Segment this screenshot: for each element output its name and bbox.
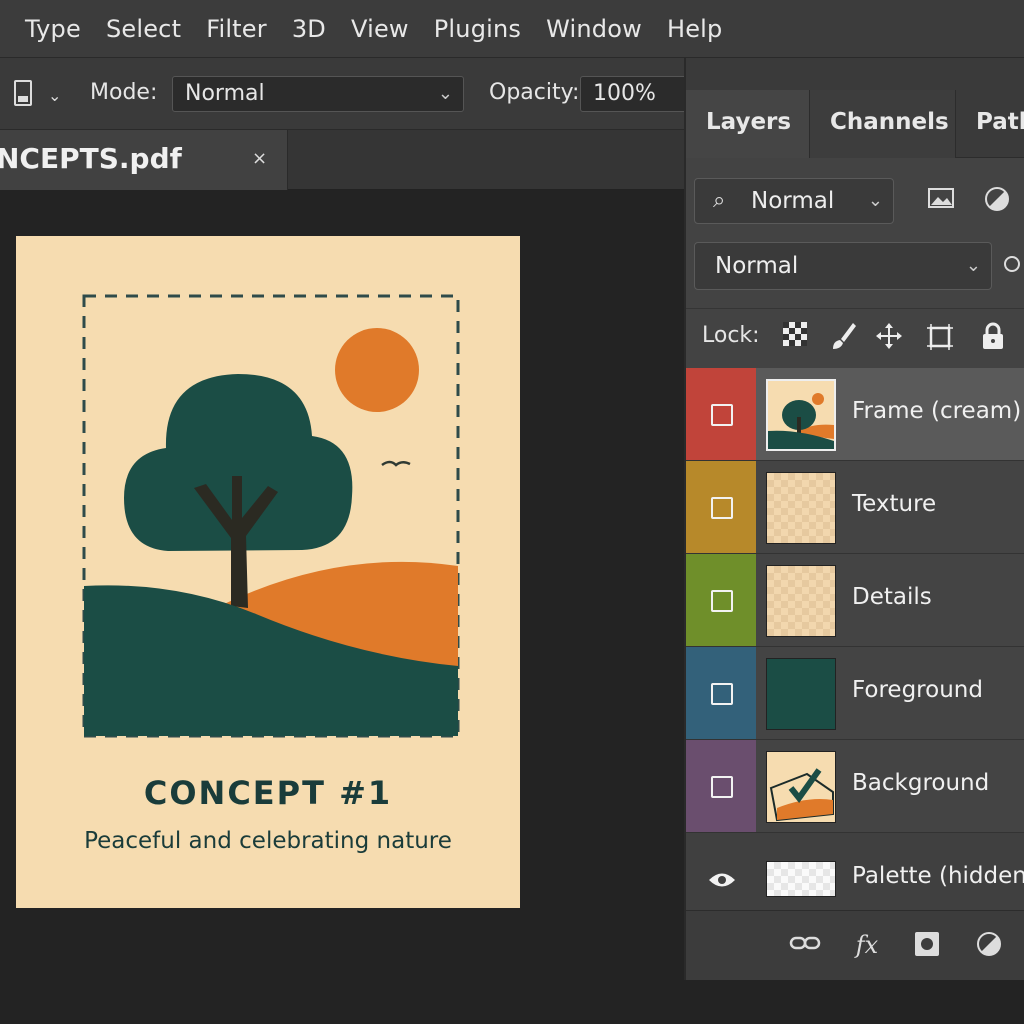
mode-value: Normal: [185, 81, 265, 106]
layer-name[interactable]: Palette (hidden): [852, 863, 1024, 889]
layer-thumbnail: [766, 658, 836, 730]
visibility-toggle[interactable]: [711, 683, 733, 705]
layers-panel-footer: fx: [686, 910, 1024, 980]
opacity-value: 100%: [593, 81, 656, 106]
lock-image-pixels-icon[interactable]: [828, 321, 858, 353]
opacity-label: Opacity:: [489, 80, 580, 105]
artboard[interactable]: CONCEPT #1 Peaceful and celebrating natu…: [16, 236, 520, 908]
visibility-toggle[interactable]: [711, 497, 733, 519]
tab-channels[interactable]: Channels: [810, 90, 956, 158]
layer-row-background[interactable]: Background: [686, 740, 1024, 833]
layer-thumbnail: [766, 472, 836, 544]
menu-3d[interactable]: 3D: [292, 15, 326, 43]
menu-filter[interactable]: Filter: [206, 15, 267, 43]
layer-row-foreground[interactable]: Foreground: [686, 647, 1024, 740]
app-window: Type Select Filter 3D View Plugins Windo…: [0, 0, 1024, 1024]
layer-name[interactable]: Texture: [852, 491, 936, 517]
add-mask-icon[interactable]: [910, 931, 944, 961]
menu-window[interactable]: Window: [546, 15, 642, 43]
lock-transparent-pixels-icon[interactable]: [780, 321, 810, 353]
blend-mode-value: Normal: [715, 253, 799, 279]
lock-all-icon[interactable]: [978, 321, 1008, 353]
opacity-field[interactable]: 100%: [580, 76, 690, 112]
visibility-toggle[interactable]: [711, 404, 733, 426]
bird-shape: [381, 460, 411, 467]
concept-title: CONCEPT #1: [143, 774, 393, 812]
visibility-toggle[interactable]: [711, 776, 733, 798]
eye-icon[interactable]: [708, 871, 736, 893]
chevron-down-icon: ⌄: [965, 255, 981, 276]
layer-filter-dropdown[interactable]: ⌕ Normal ⌄: [694, 178, 894, 224]
menu-bar: Type Select Filter 3D View Plugins Windo…: [0, 0, 1024, 58]
document-tab-bar: NCEPTS.pdf ×: [0, 130, 690, 190]
layers-panel: Layers Channels Path ⌕ Normal ⌄ Normal ⌄…: [684, 58, 1024, 980]
mode-dropdown[interactable]: Normal ⌄: [172, 76, 464, 112]
layer-thumbnail: [766, 565, 836, 637]
layer-row-frame-cream[interactable]: Frame (cream): [686, 368, 1024, 461]
document-tab-title: NCEPTS.pdf: [0, 142, 182, 175]
options-bar: ⌄ Mode: Normal ⌄ Opacity: 100%: [0, 58, 690, 130]
menu-plugins[interactable]: Plugins: [434, 15, 521, 43]
chevron-down-icon: ⌄: [437, 83, 453, 104]
lock-label: Lock:: [702, 323, 760, 348]
panel-tab-bar: Layers Channels Path: [686, 58, 1024, 158]
layer-name[interactable]: Foreground: [852, 677, 983, 703]
layer-name[interactable]: Frame (cream): [852, 398, 1021, 424]
tool-preset-chevron-icon[interactable]: ⌄: [48, 86, 61, 105]
layer-name[interactable]: Details: [852, 584, 932, 610]
layer-thumbnail: [766, 861, 836, 897]
lock-row: Lock:: [686, 308, 1024, 370]
new-adjustment-layer-icon[interactable]: [972, 931, 1006, 961]
link-layers-icon[interactable]: [788, 931, 822, 961]
layer-thumbnail: [766, 379, 836, 451]
mode-label: Mode:: [90, 80, 158, 105]
lock-artboard-icon[interactable]: [924, 321, 954, 353]
filter-value: Normal: [751, 188, 835, 214]
canvas-area[interactable]: CONCEPT #1 Peaceful and celebrating natu…: [0, 190, 690, 1024]
layer-row-texture[interactable]: Texture: [686, 461, 1024, 554]
layer-row-details[interactable]: Details: [686, 554, 1024, 647]
layers-list: Frame (cream) Texture Details Foreground…: [686, 368, 1024, 926]
sun-shape: [335, 328, 419, 412]
visibility-toggle[interactable]: [711, 590, 733, 612]
close-tab-icon[interactable]: ×: [252, 148, 267, 169]
menu-view[interactable]: View: [351, 15, 409, 43]
fx-icon[interactable]: fx: [850, 931, 884, 961]
menu-help[interactable]: Help: [667, 15, 723, 43]
eraser-tool-icon[interactable]: [8, 74, 38, 114]
tab-layers[interactable]: Layers: [686, 90, 810, 158]
menu-type[interactable]: Type: [25, 15, 81, 43]
lock-position-icon[interactable]: [874, 321, 904, 353]
layer-name[interactable]: Background: [852, 770, 989, 796]
image-filter-icon[interactable]: [926, 186, 956, 214]
document-tab[interactable]: NCEPTS.pdf ×: [0, 130, 288, 190]
search-icon: ⌕: [713, 188, 726, 213]
menu-select[interactable]: Select: [106, 15, 181, 43]
tab-paths[interactable]: Path: [956, 90, 1024, 158]
concept-subtitle: Peaceful and celebrating nature: [84, 828, 452, 854]
chevron-down-icon: ⌄: [867, 190, 883, 211]
layer-thumbnail: [766, 751, 836, 823]
adjustment-filter-icon[interactable]: [982, 186, 1012, 214]
opacity-icon[interactable]: [1004, 256, 1020, 272]
blend-mode-dropdown[interactable]: Normal ⌄: [694, 242, 992, 290]
